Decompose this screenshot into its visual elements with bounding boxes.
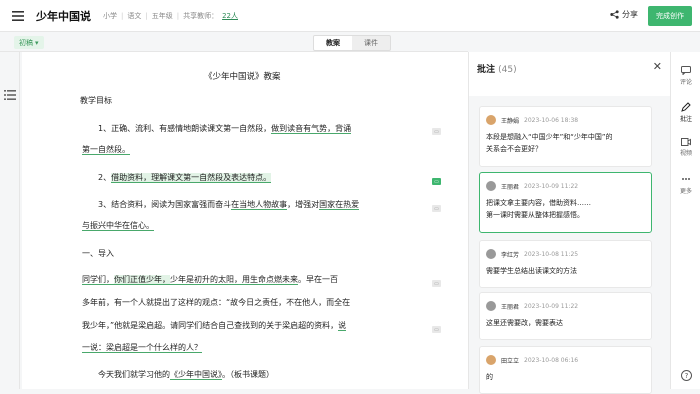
left-rail bbox=[0, 52, 20, 389]
annotations-count: (45) bbox=[498, 65, 517, 75]
comment-card[interactable]: 王静娟 2023-10-06 18:38 本段是想融入“中国少年”和“少年中国”的… bbox=[479, 106, 652, 167]
share-icon bbox=[610, 10, 619, 19]
meta-grade: 小学 bbox=[103, 11, 117, 20]
rail-item-comment[interactable]: 评论 bbox=[671, 66, 700, 86]
version-label: 初稿 bbox=[19, 38, 33, 47]
avatar bbox=[486, 355, 496, 365]
intro-line-2: 多年前，有一个人就提出了这样的观点：“故今日之责任，不在他人，而全在 bbox=[82, 298, 351, 307]
close-icon[interactable]: ✕ bbox=[653, 60, 662, 73]
version-dropdown[interactable]: 初稿 ▾ bbox=[14, 36, 44, 49]
section-goals: 教学目标 bbox=[80, 96, 112, 105]
rail-item-video[interactable]: 视频 bbox=[671, 138, 700, 157]
share-label: 分享 bbox=[622, 10, 638, 19]
comment-card-selected[interactable]: 王丽君 2023-10-09 11:22 把课文拿主要内容，借助资料…… 第一课时需… bbox=[479, 172, 652, 233]
intro-line-1: 同学们，你们正值少年，少年是初升的太阳，用生命点燃未来。早在一百 bbox=[82, 275, 338, 285]
section-intro: 一、导入 bbox=[82, 249, 114, 258]
avatar bbox=[486, 115, 496, 125]
comment-text: 本段是想融入“中国少年”和“少年中国”的 关系会不会更好？ bbox=[486, 133, 613, 153]
comment-icon bbox=[681, 66, 691, 75]
annotation-marker[interactable]: ▭ bbox=[432, 128, 441, 135]
goal-1-line-2: 第一自然段。 bbox=[82, 145, 130, 155]
view-switch: 教案 课件 bbox=[313, 35, 391, 51]
comment-card[interactable]: 王丽君 2023-10-09 11:22 这里还需要改，需要表达 bbox=[479, 292, 652, 340]
annotation-marker[interactable]: ▭ bbox=[432, 205, 441, 212]
rail-item-more[interactable]: 更多 bbox=[671, 174, 700, 195]
goal-1-line-1: 1、正确、流利、有感情地朗读课文第一自然段，做到读音有气势，背诵 bbox=[98, 124, 352, 134]
document-canvas[interactable]: 《少年中国说》教案 教学目标 1、正确、流利、有感情地朗读课文第一自然段，做到读… bbox=[22, 52, 446, 389]
annotations-panel: 批注 (45) ✕ 王静娟 2023-10-06 18:38 本段是想融入“中国少… bbox=[468, 52, 671, 394]
annotation-marker-rail: ▭ ▭ ▭ ▭ ▭ bbox=[432, 52, 468, 389]
chevron-down-icon: ▾ bbox=[35, 38, 39, 47]
pencil-icon bbox=[681, 102, 691, 112]
hamburger-menu-icon[interactable] bbox=[6, 0, 30, 32]
comment-text: 的 bbox=[486, 373, 493, 381]
document-meta: 小学 | 语文 | 五年级 | 共享教师： 22人 bbox=[103, 11, 238, 21]
right-rail: 评论 批注 视频 更多 ? bbox=[670, 52, 700, 389]
comment-text: 把课文拿主要内容，借助资料…… 第一课时需要从整体把握感悟。 bbox=[486, 199, 591, 219]
meta-collab-label: 共享教师： bbox=[183, 11, 219, 20]
document-title: 少年中国说 bbox=[36, 9, 91, 23]
intro-line-5: 今天我们就学习他的《少年中国说》。（板书课题） bbox=[98, 370, 274, 380]
comment-text: 这里还需要改，需要表达 bbox=[486, 319, 563, 327]
goal-3-line-2: 与振兴中华在信心。 bbox=[82, 221, 154, 231]
outline-list-icon[interactable] bbox=[4, 90, 16, 100]
comment-text: 需要学生总结出读课文的方法 bbox=[486, 267, 577, 275]
svg-text:?: ? bbox=[684, 372, 688, 380]
comment-card[interactable]: 李红芳 2023-10-08 11:25 需要学生总结出读课文的方法 bbox=[479, 240, 652, 288]
share-button[interactable]: 分享 bbox=[610, 9, 638, 20]
goal-2: 2、借助资料，理解课文第一自然段及表达特点。 bbox=[98, 173, 272, 183]
annotation-marker[interactable]: ▭ bbox=[432, 326, 441, 333]
meta-subject: 语文 bbox=[127, 11, 142, 20]
tab-lesson-plan[interactable]: 教案 bbox=[314, 36, 352, 50]
annotation-marker[interactable]: ▭ bbox=[432, 280, 441, 287]
meta-level: 五年级 bbox=[151, 11, 173, 20]
avatar bbox=[486, 249, 496, 259]
intro-line-3: 我少年，”他就是梁启超。请同学们结合自己查找到的关于梁启超的资料，说 bbox=[82, 321, 347, 331]
rail-item-annotation[interactable]: 批注 bbox=[671, 102, 700, 123]
editor-toolbar: 初稿 ▾ 教案 课件 bbox=[0, 32, 468, 52]
comment-list: 王静娟 2023-10-06 18:38 本段是想融入“中国少年”和“少年中国”的… bbox=[469, 96, 671, 394]
comment-card[interactable]: 田立立 2023-10-08 06:16 的 bbox=[479, 346, 652, 394]
finish-button[interactable]: 完成创作 bbox=[648, 6, 692, 26]
top-bar: 少年中国说 小学 | 语文 | 五年级 | 共享教师： 22人 分享 完成创作 bbox=[0, 0, 700, 32]
avatar bbox=[486, 301, 496, 311]
video-icon bbox=[681, 138, 691, 146]
intro-line-4: 一说：梁启超是一个什么样的人？ bbox=[82, 343, 202, 353]
collaborators-link[interactable]: 22人 bbox=[222, 11, 238, 21]
annotation-marker-active[interactable]: ▭ bbox=[432, 178, 441, 185]
more-icon bbox=[682, 178, 690, 180]
goal-3-line-1: 3、结合资料，阅读为国家富强而奋斗在当地人物故事，增强对国家在热爱 bbox=[98, 200, 360, 210]
document-heading: 《少年中国说》教案 bbox=[204, 72, 281, 82]
tab-slides[interactable]: 课件 bbox=[352, 36, 390, 50]
avatar bbox=[486, 181, 496, 191]
help-icon[interactable]: ? bbox=[671, 370, 700, 381]
annotations-title: 批注 (45) bbox=[477, 65, 517, 75]
